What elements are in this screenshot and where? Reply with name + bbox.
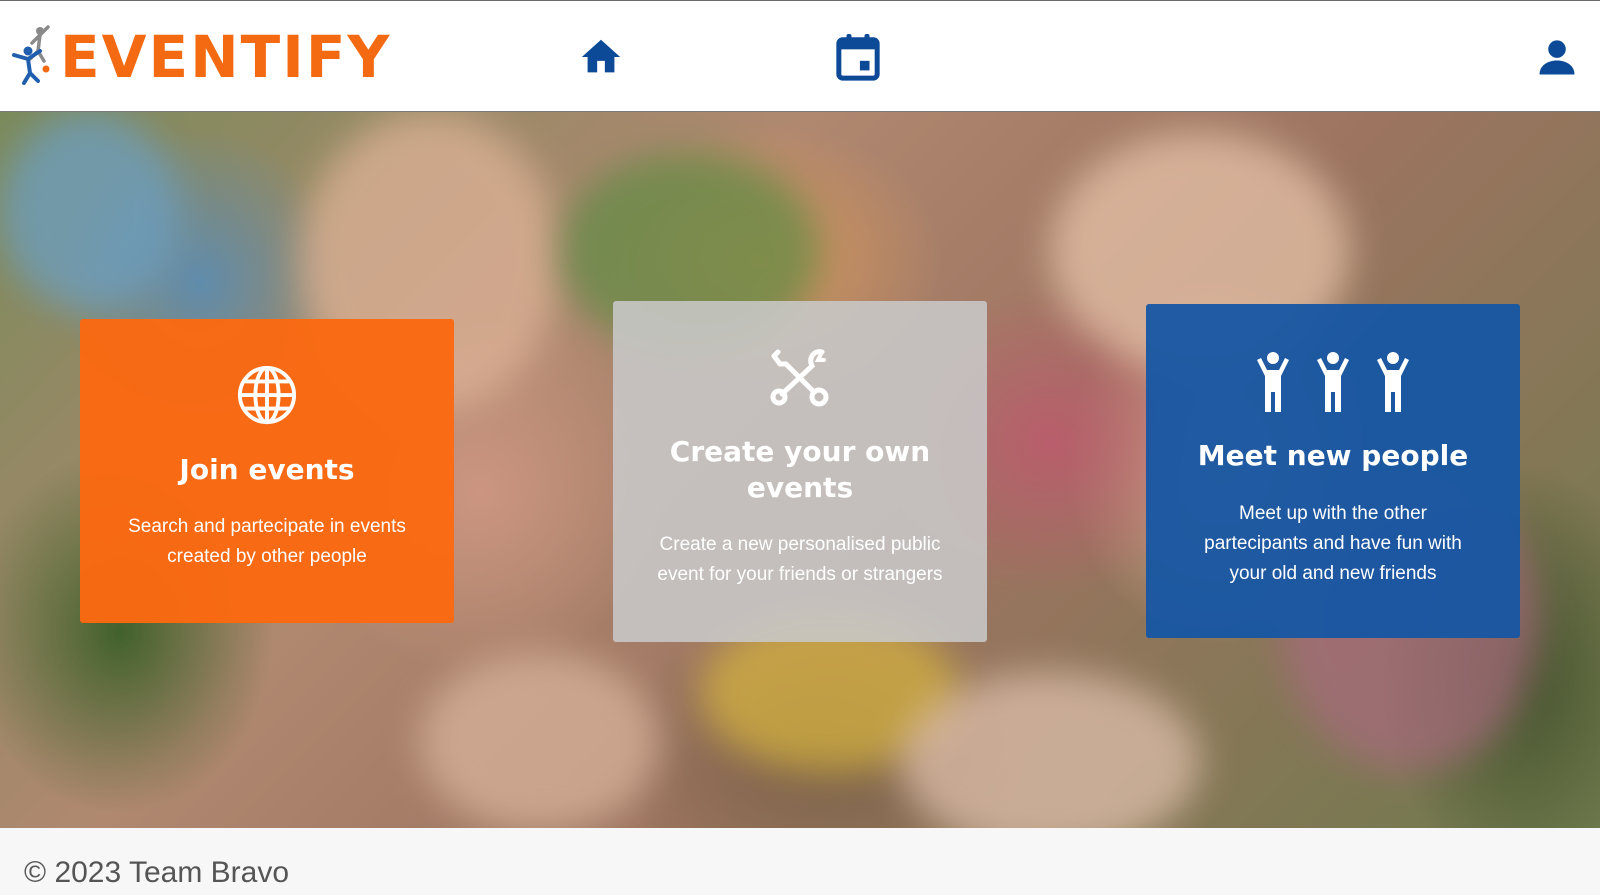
feature-card-meet-people[interactable]: Meet new people Meet up with the other p… [1146,304,1520,638]
tools-icon [770,349,829,407]
people-icon [1257,352,1409,412]
feature-card-join-events[interactable]: Join events Search and partecipate in ev… [80,319,454,623]
card-description: Create a new personalised public event f… [657,534,943,585]
home-icon[interactable] [578,34,624,80]
footer: © 2023 Team Bravo [0,828,1600,895]
feature-card-create-events[interactable]: Create your own events Create a new pers… [613,301,987,642]
brand-logo[interactable]: EVENTIFY [10,21,391,93]
user-icon[interactable] [1536,36,1578,78]
calendar-icon[interactable] [835,31,881,83]
card-description: Meet up with the other partecipants and … [1204,503,1462,584]
photo-shirt-blob [0,112,180,312]
card-title: Create your own events [669,435,931,504]
globe-icon [237,365,297,425]
copyright-text: © 2023 Team Bravo [24,856,290,889]
card-title: Join events [179,453,355,486]
card-title: Meet new people [1197,439,1469,472]
photo-hand-blob [420,652,660,828]
logo-figures-icon [12,25,50,85]
card-description: Search and partecipate in events created… [128,516,406,567]
brand-name: EVENTIFY [60,23,392,91]
top-navbar: EVENTIFY [0,0,1600,112]
